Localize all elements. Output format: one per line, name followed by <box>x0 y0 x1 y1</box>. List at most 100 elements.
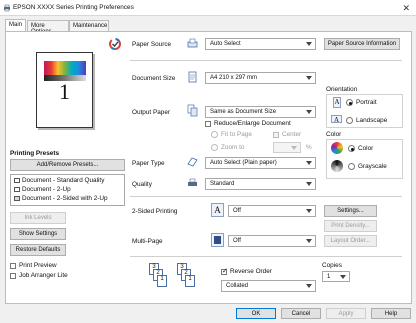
help-button[interactable]: Help <box>371 308 411 319</box>
paper-type-select[interactable]: Auto Select (Plain paper) <box>205 157 316 169</box>
page-number: 1 <box>59 79 70 104</box>
radio-label: Zoom to <box>221 144 245 151</box>
cancel-button[interactable]: Cancel <box>281 308 321 319</box>
radio-label: Color <box>358 145 374 152</box>
show-settings-button[interactable]: Show Settings <box>10 228 66 240</box>
fit-to-page-radio[interactable]: Fit to Page <box>211 131 252 138</box>
checkbox-label: Reduce/Enlarge Document <box>214 120 291 127</box>
presets-heading: Printing Presets <box>10 150 60 157</box>
printer-app-icon <box>3 4 11 12</box>
preset-label: Document - 2-Sided with 2-Up <box>22 195 108 202</box>
radio-label: Fit to Page <box>221 131 252 138</box>
list-item[interactable]: Document - 2-Up <box>14 186 71 193</box>
window-title: EPSON XXXX Series Printing Preferences <box>13 4 134 11</box>
select-value: Off <box>233 208 241 214</box>
tab-more-options[interactable]: More Options <box>27 20 69 35</box>
two-sided-label: 2-Sided Printing <box>132 208 178 215</box>
radio-dot <box>348 145 355 152</box>
spinner-icon <box>340 274 346 279</box>
grayscale-radio[interactable]: Grayscale <box>348 163 387 170</box>
stepper-value: 1 <box>327 273 331 280</box>
document-size-select[interactable]: A4 210 x 297 mm <box>205 72 316 84</box>
portrait-icon: A <box>333 97 341 108</box>
landscape-icon: A <box>331 115 342 124</box>
document-size-label: Document Size <box>132 75 176 82</box>
checkbox-box <box>10 262 16 269</box>
two-sided-settings-button[interactable]: Settings... <box>324 205 377 217</box>
paper-type-icon <box>187 156 198 167</box>
document-icon <box>14 187 20 192</box>
copies-stepper[interactable]: 1 <box>322 271 350 282</box>
multi-page-icon <box>211 233 224 247</box>
select-value: Off <box>233 238 241 244</box>
paper-source-select[interactable]: Auto Select <box>205 38 316 50</box>
restore-defaults-button[interactable]: Restore Defaults <box>10 244 66 256</box>
document-icon <box>14 178 20 183</box>
multi-page-fill <box>214 236 221 244</box>
multi-page-select[interactable]: Off <box>228 235 316 247</box>
zoom-to-radio[interactable]: Zoom to <box>211 144 244 151</box>
job-arranger-checkbox[interactable]: Job Arranger Lite <box>10 272 68 279</box>
center-checkbox[interactable]: Center <box>273 131 301 138</box>
chevron-down-icon <box>306 209 312 213</box>
checkbox-box <box>205 120 211 127</box>
add-remove-presets-button[interactable]: Add/Remove Presets... <box>10 159 125 171</box>
quality-icon <box>187 177 198 188</box>
ok-button[interactable]: OK <box>236 308 276 319</box>
color-radio[interactable]: Color <box>348 145 373 152</box>
grayscale-wheel-icon <box>331 160 343 172</box>
layout-order-button[interactable]: Layout Order... <box>324 235 377 247</box>
stack-page: 1 <box>185 275 195 287</box>
select-value: Standard <box>210 181 235 187</box>
status-check-icon <box>108 37 122 51</box>
apply-button[interactable]: Apply <box>326 308 366 319</box>
radio-dot <box>346 99 353 106</box>
percent-sign: % <box>306 144 312 151</box>
document-icon <box>14 196 20 201</box>
multi-page-label: Multi-Page <box>132 238 163 245</box>
paper-type-label: Paper Type <box>132 160 165 167</box>
landscape-radio[interactable]: Landscape <box>346 117 387 124</box>
divider <box>130 60 402 61</box>
chevron-down-icon <box>306 239 312 243</box>
preset-label: Document - Standard Quality <box>22 177 105 184</box>
reduce-enlarge-checkbox[interactable]: Reduce/Enlarge Document <box>205 120 291 127</box>
select-value: Collated <box>226 283 249 289</box>
checkbox-label: Job Arranger Lite <box>19 272 68 279</box>
preset-label: Document - 2-Up <box>22 186 71 193</box>
output-paper-icon <box>187 104 198 117</box>
print-density-button[interactable]: Print Density... <box>324 220 377 232</box>
list-item[interactable]: Document - Standard Quality <box>14 177 104 184</box>
tab-maintenance[interactable]: Maintenance <box>69 20 109 31</box>
chevron-down-icon <box>306 110 312 114</box>
select-value: Same as Document Size <box>210 109 277 115</box>
portrait-radio[interactable]: Portrait <box>346 99 377 106</box>
collate-stack-icon: 3 2 1 3 2 1 <box>149 263 209 293</box>
page-preview: 1 <box>36 52 93 128</box>
radio-label: Portrait <box>356 99 377 106</box>
chevron-down-icon <box>306 161 312 165</box>
zoom-percent-input[interactable] <box>273 142 301 153</box>
paper-source-info-button[interactable]: Paper Source Information <box>324 38 400 50</box>
radio-dot <box>348 163 355 170</box>
divider <box>130 256 402 257</box>
ink-levels-button[interactable]: Ink Levels <box>10 212 66 224</box>
output-paper-select[interactable]: Same as Document Size <box>205 106 316 118</box>
color-heading: Color <box>326 131 342 138</box>
chevron-down-icon <box>306 284 312 288</box>
two-sided-select[interactable]: Off <box>228 205 316 217</box>
collated-select[interactable]: Collated <box>221 280 316 292</box>
print-preview-checkbox[interactable]: Print Preview <box>10 262 57 269</box>
close-icon[interactable]: ✕ <box>402 3 410 14</box>
color-wheel-icon <box>331 142 343 154</box>
checkbox-label: Center <box>282 131 302 138</box>
two-sided-icon: A <box>211 203 224 217</box>
quality-select[interactable]: Standard <box>205 178 316 190</box>
checkbox-box <box>10 272 16 279</box>
spinner-icon <box>291 145 297 150</box>
document-size-icon <box>187 71 198 83</box>
reverse-order-checkbox[interactable]: Reverse Order <box>221 267 272 275</box>
checkbox-box <box>221 267 228 275</box>
list-item[interactable]: Document - 2-Sided with 2-Up <box>14 195 108 202</box>
tab-label: Maintenance <box>73 23 108 29</box>
